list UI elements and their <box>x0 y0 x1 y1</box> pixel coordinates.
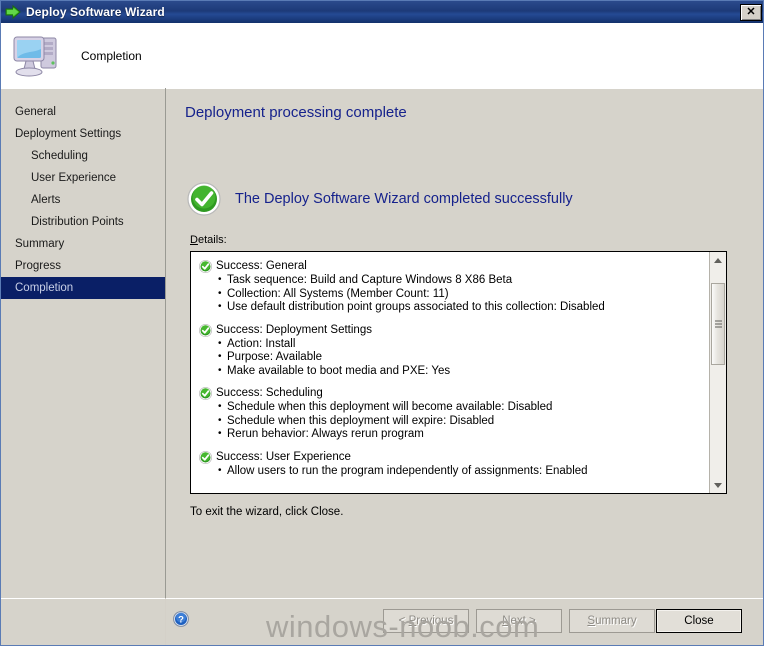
scroll-up-arrow-icon[interactable] <box>710 252 726 268</box>
detail-group: Success: Deployment SettingsAction: Inst… <box>199 324 709 379</box>
sidebar-item-label: Summary <box>15 238 65 250</box>
green-check-circle-icon <box>199 323 212 337</box>
wizard-page-title: Completion <box>81 48 142 63</box>
summary-button: Summary <box>569 609 655 633</box>
detail-group-title: Success: User Experience <box>216 450 351 463</box>
detail-group: Success: User ExperienceAllow users to r… <box>199 451 709 479</box>
sidebar-item-distribution-points[interactable]: Distribution Points <box>1 211 165 233</box>
summary-button-text: ummary <box>595 615 637 627</box>
detail-group-items: Task sequence: Build and Capture Windows… <box>199 273 709 315</box>
sidebar-item-label: Completion <box>15 282 74 294</box>
previous-button: < Previous <box>383 609 469 633</box>
detail-item: Make available to boot media and PXE: Ye… <box>218 364 709 379</box>
footer-left-strip <box>1 598 165 645</box>
detail-group-items: Action: InstallPurpose: AvailableMake av… <box>199 337 709 379</box>
sidebar-item-deployment-settings[interactable]: Deployment Settings <box>1 123 165 145</box>
scrollbar-grip-icon <box>715 320 722 328</box>
sidebar-item-user-experience[interactable]: User Experience <box>1 167 165 189</box>
detail-group-header: Success: Scheduling <box>199 387 709 400</box>
detail-item: Task sequence: Build and Capture Windows… <box>218 273 709 288</box>
sidebar-item-completion[interactable]: Completion <box>1 277 165 299</box>
deploy-software-wizard-window: Deploy Software Wizard ✕ Completion Gene… <box>0 0 764 646</box>
computer-monitor-icon <box>13 36 57 76</box>
detail-group-title: Success: General <box>216 260 307 272</box>
detail-group-title: Success: Scheduling <box>216 387 323 399</box>
success-banner-text: The Deploy Software Wizard completed suc… <box>235 191 573 207</box>
page-heading: Deployment processing complete <box>185 104 407 121</box>
details-label-rest: etails: <box>197 234 227 246</box>
detail-item: Rerun behavior: Always rerun program <box>218 427 709 442</box>
detail-group-header: Success: Deployment Settings <box>199 324 709 337</box>
success-banner: The Deploy Software Wizard completed suc… <box>187 182 573 216</box>
sidebar-item-scheduling[interactable]: Scheduling <box>1 145 165 167</box>
sidebar-item-alerts[interactable]: Alerts <box>1 189 165 211</box>
sidebar-item-label: User Experience <box>31 172 117 184</box>
wizard-content-panel: Deployment processing complete The Deplo… <box>166 88 763 598</box>
previous-button-text: revious <box>416 615 454 627</box>
next-button: Next > <box>476 609 562 633</box>
details-list-content: Success: GeneralTask sequence: Build and… <box>191 252 709 493</box>
details-label-accel: D <box>190 234 198 246</box>
summary-button-accel: S <box>587 615 596 627</box>
detail-group-header: Success: General <box>199 260 709 273</box>
next-button-label: Next > <box>502 615 536 627</box>
scrollbar-thumb[interactable] <box>711 283 725 365</box>
detail-item: Schedule when this deployment will becom… <box>218 400 709 415</box>
next-button-accel: N <box>502 615 511 627</box>
close-button-label: Close <box>684 615 713 627</box>
green-check-circle-icon <box>199 450 212 464</box>
previous-button-label: < Previous <box>399 615 454 627</box>
sidebar-item-label: Alerts <box>31 194 61 206</box>
green-check-circle-icon <box>187 182 221 216</box>
sidebar-item-progress[interactable]: Progress <box>1 255 165 277</box>
detail-group: Success: GeneralTask sequence: Build and… <box>199 260 709 315</box>
previous-button-prefix: < <box>398 615 409 627</box>
sidebar-item-label: Distribution Points <box>31 216 124 228</box>
green-check-circle-icon <box>199 260 212 273</box>
details-label: Details: <box>190 234 227 246</box>
detail-item: Action: Install <box>218 337 709 352</box>
scroll-down-arrow-icon[interactable] <box>710 477 726 493</box>
close-window-button[interactable]: ✕ <box>740 4 762 21</box>
details-vertical-scrollbar[interactable] <box>709 252 726 493</box>
window-title: Deploy Software Wizard <box>26 5 165 19</box>
wizard-header: Completion <box>1 23 763 88</box>
detail-item: Allow users to run the program independe… <box>218 464 709 479</box>
wizard-footer: ? < Previous Next > Summary Close <box>166 598 763 645</box>
close-button[interactable]: Close <box>656 609 742 633</box>
detail-group-title: Success: Deployment Settings <box>216 323 372 336</box>
close-icon: ✕ <box>746 6 756 18</box>
title-bar: Deploy Software Wizard ✕ <box>1 1 763 23</box>
sidebar-item-label: Scheduling <box>31 150 88 162</box>
detail-item: Schedule when this deployment will expir… <box>218 414 709 429</box>
detail-group-items: Allow users to run the program independe… <box>199 464 709 479</box>
wizard-step-sidebar: General Deployment Settings Scheduling User… <box>1 88 165 598</box>
next-button-text: ext > <box>510 615 536 627</box>
sidebar-item-label: Progress <box>15 260 62 272</box>
summary-button-label: Summary <box>587 615 636 627</box>
exit-instruction-text: To exit the wizard, click Close. <box>190 506 344 518</box>
sidebar-item-general[interactable]: General <box>1 101 165 123</box>
detail-item: Purpose: Available <box>218 350 709 365</box>
details-list-box[interactable]: Success: GeneralTask sequence: Build and… <box>190 251 727 494</box>
close-button-text: Close <box>684 615 714 627</box>
sidebar-item-label: Deployment Settings <box>15 128 122 140</box>
detail-group: Success: SchedulingSchedule when this de… <box>199 387 709 442</box>
detail-item: Collection: All Systems (Member Count: 1… <box>218 287 709 302</box>
svg-text:?: ? <box>178 615 184 626</box>
sidebar-item-label: General <box>15 106 56 118</box>
green-right-arrow-icon <box>5 4 21 20</box>
detail-group-items: Schedule when this deployment will becom… <box>199 400 709 442</box>
green-check-circle-icon <box>199 387 212 400</box>
detail-group-header: Success: User Experience <box>199 451 709 464</box>
wizard-body: General Deployment Settings Scheduling User… <box>1 88 763 598</box>
blue-question-help-icon[interactable]: ? <box>173 611 189 627</box>
sidebar-item-summary[interactable]: Summary <box>1 233 165 255</box>
detail-item: Use default distribution point groups as… <box>218 300 709 315</box>
